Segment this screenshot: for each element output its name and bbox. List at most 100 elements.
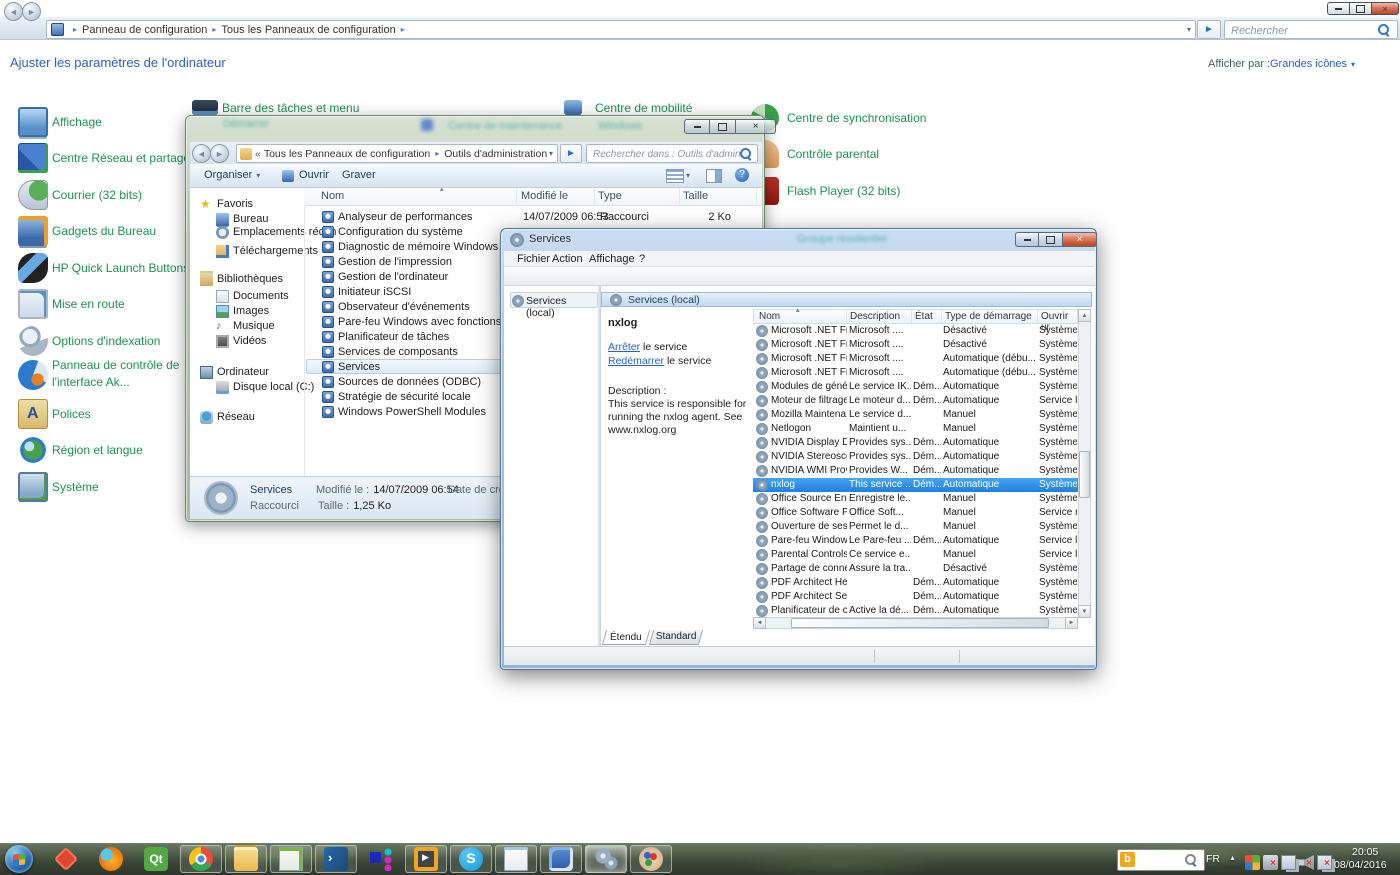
refresh-button[interactable]: ► bbox=[1197, 20, 1221, 39]
control-panel-item[interactable]: Centre de mobilité bbox=[595, 101, 692, 115]
close-button[interactable]: × bbox=[1063, 232, 1097, 247]
close-button[interactable]: × bbox=[736, 119, 776, 134]
pane-splitter[interactable] bbox=[598, 286, 601, 646]
getting-started-icon[interactable] bbox=[18, 289, 48, 319]
services-console-icon[interactable] bbox=[594, 847, 618, 871]
breadcrumb-item[interactable]: Tous les Panneaux de configuration bbox=[264, 148, 430, 160]
clock-date[interactable]: 08/04/2016 bbox=[1334, 859, 1387, 871]
control-panel-item[interactable]: Polices bbox=[52, 407, 91, 421]
view-by-dropdown[interactable]: Grandes icônes▾ bbox=[1270, 58, 1355, 70]
skype-icon[interactable]: S bbox=[459, 847, 483, 871]
mail-icon[interactable] bbox=[18, 180, 48, 210]
service-row-selected[interactable]: nxlogThis service ...Dém...AutomatiqueSy… bbox=[753, 478, 1078, 492]
control-panel-item[interactable]: Barre des tâches et menu bbox=[222, 101, 359, 115]
service-row[interactable]: NetlogonMaintient u...ManuelSystème bbox=[753, 422, 1078, 436]
minimize-button[interactable] bbox=[1327, 2, 1350, 15]
column-header[interactable]: Taille bbox=[683, 190, 708, 202]
fonts-icon[interactable] bbox=[18, 399, 48, 429]
address-bar[interactable]: «Tous les Panneaux de configuration▸Outi… bbox=[236, 144, 558, 163]
vm-window-icon[interactable] bbox=[1281, 855, 1296, 870]
firefox-icon[interactable] bbox=[99, 847, 123, 871]
service-row[interactable]: Partage de connex...Assure la tra...Désa… bbox=[753, 562, 1078, 576]
service-row[interactable]: Parental ControlsCe service e...ManuelSe… bbox=[753, 548, 1078, 562]
close-button[interactable]: × bbox=[1372, 2, 1399, 15]
display-settings-icon[interactable] bbox=[549, 847, 573, 871]
service-row[interactable]: Office Source Eng...Enregistre le...Manu… bbox=[753, 492, 1078, 506]
notepad-plus-plus-icon[interactable] bbox=[279, 847, 303, 871]
burn-button[interactable]: Graver bbox=[342, 169, 376, 181]
sidebar-item[interactable]: Bibliothèques bbox=[217, 273, 283, 285]
clock-time[interactable]: 20:05 bbox=[1352, 846, 1378, 858]
interface-panel-icon[interactable] bbox=[18, 360, 48, 390]
media-app-icon[interactable] bbox=[414, 847, 438, 871]
address-bar[interactable]: ▸Panneau de configuration▸Tous les Panne… bbox=[46, 20, 1196, 39]
column-header[interactable]: Type bbox=[598, 190, 622, 202]
help-icon[interactable]: ? bbox=[735, 168, 749, 182]
sidebar-item[interactable]: Disque local (C:) bbox=[233, 381, 314, 393]
maximize-button[interactable] bbox=[1350, 2, 1372, 15]
sidebar-item[interactable]: Documents bbox=[233, 290, 289, 302]
search-icon[interactable] bbox=[1185, 854, 1196, 865]
windows-flag-icon[interactable] bbox=[1245, 855, 1260, 870]
breadcrumb-item[interactable]: Tous les Panneaux de configuration bbox=[221, 24, 395, 36]
chevron-down-icon[interactable]: ▾ bbox=[686, 171, 690, 180]
sidebar-item[interactable]: Réseau bbox=[217, 411, 255, 423]
stop-service-link[interactable]: Arrêter bbox=[608, 341, 640, 353]
service-row[interactable]: Modules de génér...Le service IK...Dém..… bbox=[753, 380, 1078, 394]
control-panel-item[interactable]: Contrôle parental bbox=[787, 147, 879, 161]
sidebar-item[interactable]: Vidéos bbox=[233, 335, 266, 347]
region-language-icon[interactable] bbox=[18, 435, 48, 465]
open-button[interactable]: Ouvrir bbox=[299, 169, 329, 181]
scroll-down-button[interactable]: ▼ bbox=[1078, 605, 1091, 618]
preview-pane-icon[interactable] bbox=[706, 169, 722, 183]
search-input[interactable] bbox=[591, 145, 745, 163]
scroll-up-button[interactable]: ▲ bbox=[1078, 309, 1091, 322]
column-header[interactable]: Nom bbox=[759, 311, 780, 322]
hp-quick-launch-icon[interactable] bbox=[18, 253, 48, 283]
tab-standard[interactable]: Standard bbox=[649, 630, 703, 645]
service-row[interactable]: Planificateur de cl...Active la dé...Dém… bbox=[753, 604, 1078, 618]
search-input[interactable] bbox=[1229, 21, 1371, 39]
service-row[interactable]: Mozilla Maintena...Le service d...Manuel… bbox=[753, 408, 1078, 422]
powershell-icon[interactable]: › bbox=[324, 847, 348, 871]
vertical-scroll-thumb[interactable] bbox=[1079, 451, 1090, 498]
gadgets-icon[interactable] bbox=[18, 216, 48, 246]
restart-service-link[interactable]: Redémarrer bbox=[608, 355, 664, 367]
control-panel-item[interactable]: Gadgets du Bureau bbox=[52, 224, 156, 238]
column-header[interactable]: Description bbox=[850, 311, 900, 322]
column-header[interactable]: Nom bbox=[321, 190, 344, 202]
menu-item[interactable]: Action bbox=[548, 252, 587, 266]
service-row[interactable]: PDF Architect Hel...Dém...AutomatiqueSys… bbox=[753, 576, 1078, 590]
breadcrumb-item[interactable]: Panneau de configuration bbox=[82, 24, 207, 36]
sidebar-item[interactable]: Favoris bbox=[217, 198, 253, 210]
control-panel-item[interactable]: Affichage bbox=[52, 115, 102, 129]
control-panel-item[interactable]: Options d'indexation bbox=[52, 334, 160, 348]
breadcrumb-item[interactable]: Outils d'administration bbox=[444, 148, 547, 160]
views-button[interactable] bbox=[666, 169, 684, 183]
service-row[interactable]: Microsoft .NET Fr...Microsoft ....Automa… bbox=[753, 352, 1078, 366]
control-panel-item[interactable]: Système bbox=[52, 480, 99, 494]
address-dropdown-icon[interactable]: ▾ bbox=[549, 149, 553, 158]
tree-node-services-local[interactable]: Services (local) bbox=[510, 292, 598, 308]
network-center-icon[interactable] bbox=[18, 143, 48, 173]
service-row[interactable]: Ouverture de sessi...Permet le d...Manue… bbox=[753, 520, 1078, 534]
back-button[interactable]: ◄ bbox=[4, 2, 23, 21]
service-row[interactable]: Microsoft .NET Fr...Microsoft ....Automa… bbox=[753, 366, 1078, 380]
scroll-left-button[interactable]: ◄ bbox=[753, 617, 766, 629]
minimize-button[interactable] bbox=[684, 119, 710, 134]
service-row[interactable]: NVIDIA Display Dri...Provides sys...Dém.… bbox=[753, 436, 1078, 450]
start-button[interactable] bbox=[5, 845, 33, 873]
control-panel-item[interactable]: Centre Réseau et partage bbox=[52, 151, 190, 165]
language-indicator[interactable]: FR bbox=[1206, 853, 1220, 865]
service-row[interactable]: Pare-feu WindowsLe Pare-feu ...Dém...Aut… bbox=[753, 534, 1078, 548]
hidden-icons-chevron[interactable]: ▲ bbox=[1229, 855, 1236, 862]
sidebar-item[interactable]: Bureau bbox=[233, 213, 268, 225]
control-panel-item[interactable]: Mise en route bbox=[52, 297, 125, 311]
display-icon[interactable] bbox=[18, 107, 48, 137]
service-row[interactable]: NVIDIA WMI Provi...Provides W...Dém...Au… bbox=[753, 464, 1078, 478]
control-panel-item[interactable]: Flash Player (32 bits) bbox=[787, 184, 900, 198]
maximize-button[interactable] bbox=[1039, 232, 1063, 247]
control-panel-item[interactable]: Région et langue bbox=[52, 443, 143, 457]
control-panel-item[interactable]: Courrier (32 bits) bbox=[52, 188, 142, 202]
scroll-right-button[interactable]: ► bbox=[1065, 617, 1078, 629]
